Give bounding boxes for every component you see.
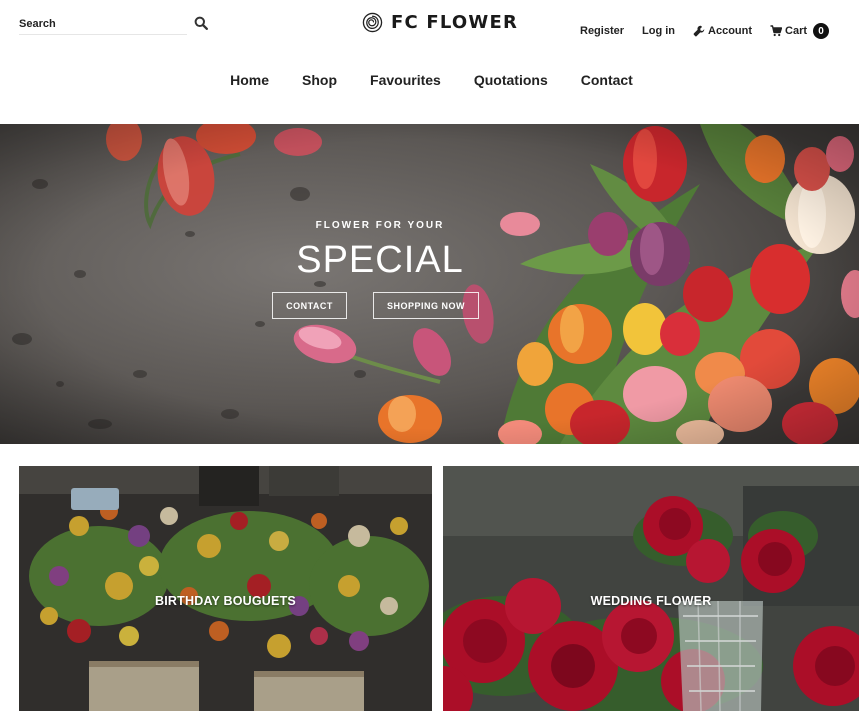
category-label-wedding: WEDDING FLOWER (590, 594, 712, 608)
category-card-wedding[interactable]: WEDDING FLOWER (443, 466, 859, 711)
search-bar (19, 14, 209, 36)
main-nav: Home Shop Favourites Quotations Contact (0, 72, 859, 90)
search-input[interactable] (19, 14, 187, 35)
site-logo[interactable]: FC FLOWER (362, 10, 518, 34)
account-label: Account (708, 25, 753, 37)
nav-home[interactable]: Home (230, 72, 269, 88)
hero-banner: FLOWER FOR YOUR SPECIAL CONTACT SHOPPING… (0, 124, 859, 444)
nav-favourites[interactable]: Favourites (370, 72, 441, 88)
login-label: Log in (642, 25, 676, 37)
hero-title: SPECIAL (296, 239, 464, 281)
login-link[interactable]: Log in (642, 25, 675, 37)
cart-count-badge: 0 (813, 23, 830, 39)
account-link[interactable]: Account (693, 25, 752, 37)
category-card-birthday[interactable]: BIRTHDAY BOUGUETS (19, 466, 432, 711)
nav-contact[interactable]: Contact (581, 72, 633, 88)
contact-button[interactable]: CONTACT (272, 292, 347, 319)
hero-text: FLOWER FOR YOUR SPECIAL (240, 220, 520, 279)
logo-text: FC FLOWER (391, 11, 519, 33)
register-link[interactable]: Register (580, 25, 624, 37)
rose-icon (362, 12, 383, 32)
cart-link[interactable]: Cart 0 (770, 23, 830, 39)
tulip-bouquet-image (0, 124, 859, 444)
hero-kicker: FLOWER FOR YOUR (315, 220, 445, 231)
cart-icon (770, 25, 783, 37)
category-label-birthday: BIRTHDAY BOUGUETS (155, 594, 296, 608)
nav-quotations[interactable]: Quotations (474, 72, 548, 88)
wrench-icon (693, 25, 705, 37)
cart-label: Cart (785, 25, 808, 37)
site-header: FC FLOWER Register Log in Account Cart 0… (0, 0, 859, 124)
shopping-now-button[interactable]: SHOPPING NOW (373, 292, 479, 319)
register-label: Register (580, 25, 625, 37)
wedding-flower-image (443, 466, 859, 711)
hero-buttons: CONTACT SHOPPING NOW (272, 292, 479, 319)
search-icon[interactable] (194, 16, 210, 32)
nav-shop[interactable]: Shop (302, 72, 337, 88)
birthday-bouquets-image (19, 466, 432, 711)
account-links: Register Log in Account Cart 0 (580, 22, 830, 40)
